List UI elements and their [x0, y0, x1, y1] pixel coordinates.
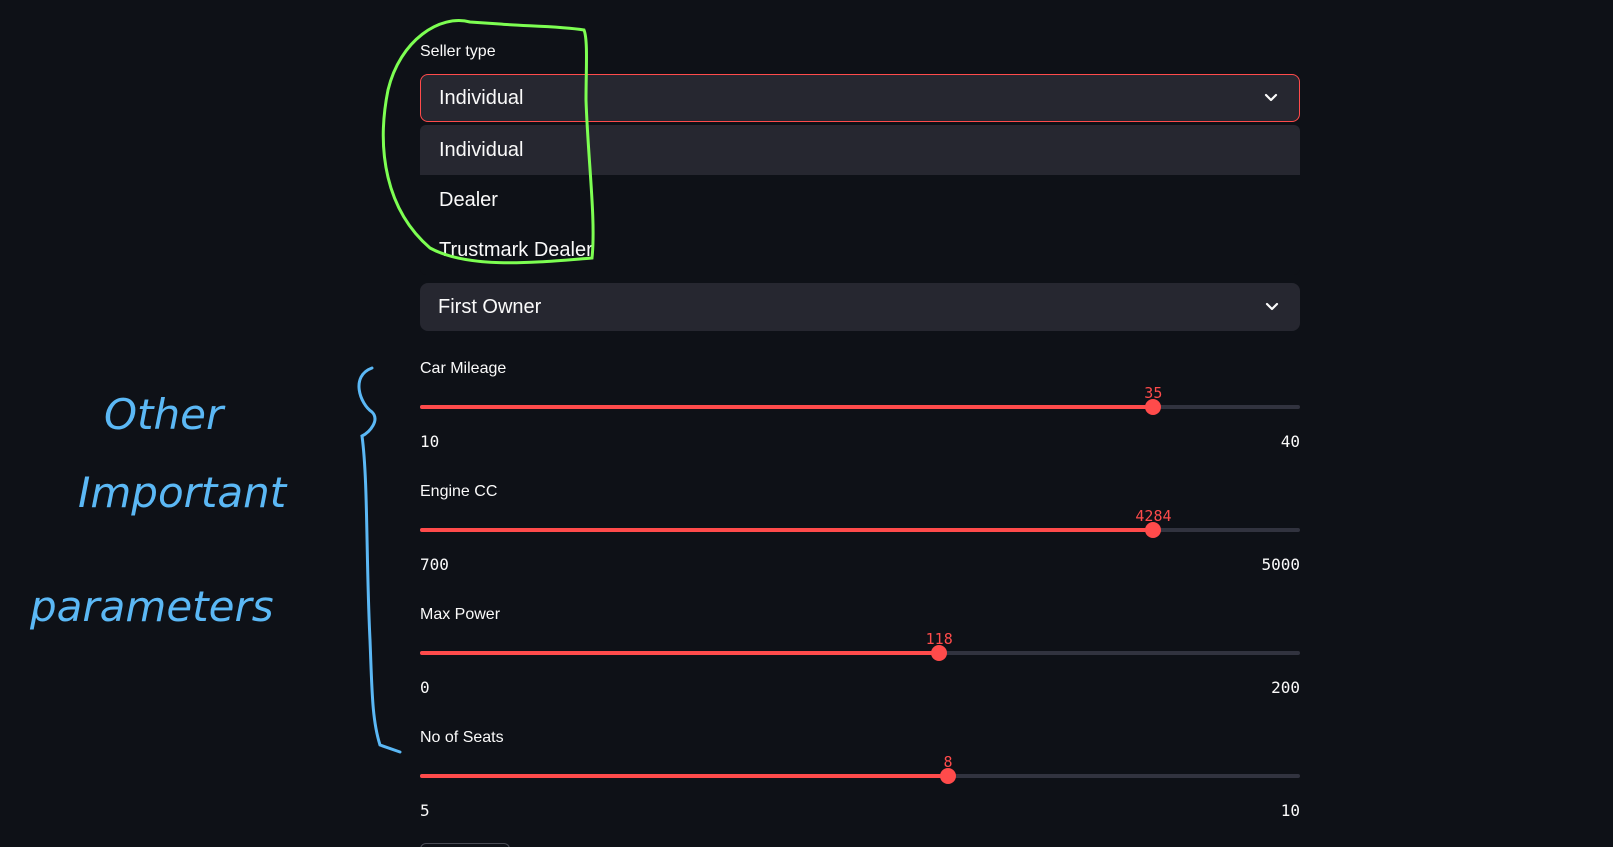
owner-select[interactable]: First Owner	[420, 283, 1300, 331]
blue-curly-brace	[357, 366, 402, 754]
engine-cc-track[interactable]	[420, 522, 1300, 538]
engine-cc-fill	[420, 528, 1154, 532]
no-of-seats-max: 10	[1280, 801, 1300, 820]
chevron-down-icon	[1265, 302, 1279, 311]
engine-cc-slider: Engine CC 4284 700 5000	[420, 483, 1300, 593]
car-mileage-min: 10	[420, 432, 440, 451]
car-mileage-max: 40	[1280, 432, 1300, 451]
annotation-line-3: parameters	[30, 582, 274, 631]
annotation-line-2: Important	[78, 468, 287, 517]
submit-button-partial[interactable]	[420, 843, 510, 847]
app-page: Seller type Individual Individual Dealer…	[0, 0, 1613, 847]
car-mileage-label: Car Mileage	[420, 360, 507, 377]
no-of-seats-slider: No of Seats 8 5 10	[420, 729, 1300, 839]
annotation-line-1: Other	[104, 390, 224, 439]
seller-type-dropdown-menu: Individual Dealer Trustmark Dealer	[420, 125, 1300, 275]
no-of-seats-track[interactable]	[420, 768, 1300, 784]
car-mileage-fill	[420, 405, 1154, 409]
seller-type-select[interactable]: Individual	[420, 74, 1300, 122]
no-of-seats-thumb[interactable]	[940, 768, 956, 784]
option-individual[interactable]: Individual	[420, 125, 1300, 175]
max-power-slider: Max Power 118 0 200	[420, 606, 1300, 716]
max-power-min: 0	[420, 678, 430, 697]
owner-value: First Owner	[438, 295, 542, 318]
engine-cc-label: Engine CC	[420, 483, 498, 500]
car-mileage-slider: Car Mileage 35 10 40	[420, 360, 1300, 470]
option-trustmark-dealer[interactable]: Trustmark Dealer	[420, 225, 1300, 275]
car-mileage-thumb[interactable]	[1145, 399, 1162, 415]
option-dealer[interactable]: Dealer	[420, 175, 1300, 225]
max-power-fill	[420, 651, 940, 655]
engine-cc-thumb[interactable]	[1145, 522, 1162, 538]
no-of-seats-label: No of Seats	[420, 729, 504, 746]
max-power-label: Max Power	[420, 606, 501, 623]
max-power-thumb[interactable]	[931, 645, 948, 661]
max-power-track[interactable]	[420, 645, 1300, 661]
no-of-seats-fill	[420, 774, 948, 778]
engine-cc-max: 5000	[1261, 555, 1300, 574]
seller-type-label: Seller type	[420, 43, 496, 60]
chevron-down-icon	[1264, 93, 1278, 102]
engine-cc-min: 700	[420, 555, 449, 574]
car-mileage-track[interactable]	[420, 399, 1300, 415]
max-power-max: 200	[1271, 678, 1300, 697]
no-of-seats-min: 5	[420, 801, 430, 820]
seller-type-value: Individual	[439, 86, 524, 109]
